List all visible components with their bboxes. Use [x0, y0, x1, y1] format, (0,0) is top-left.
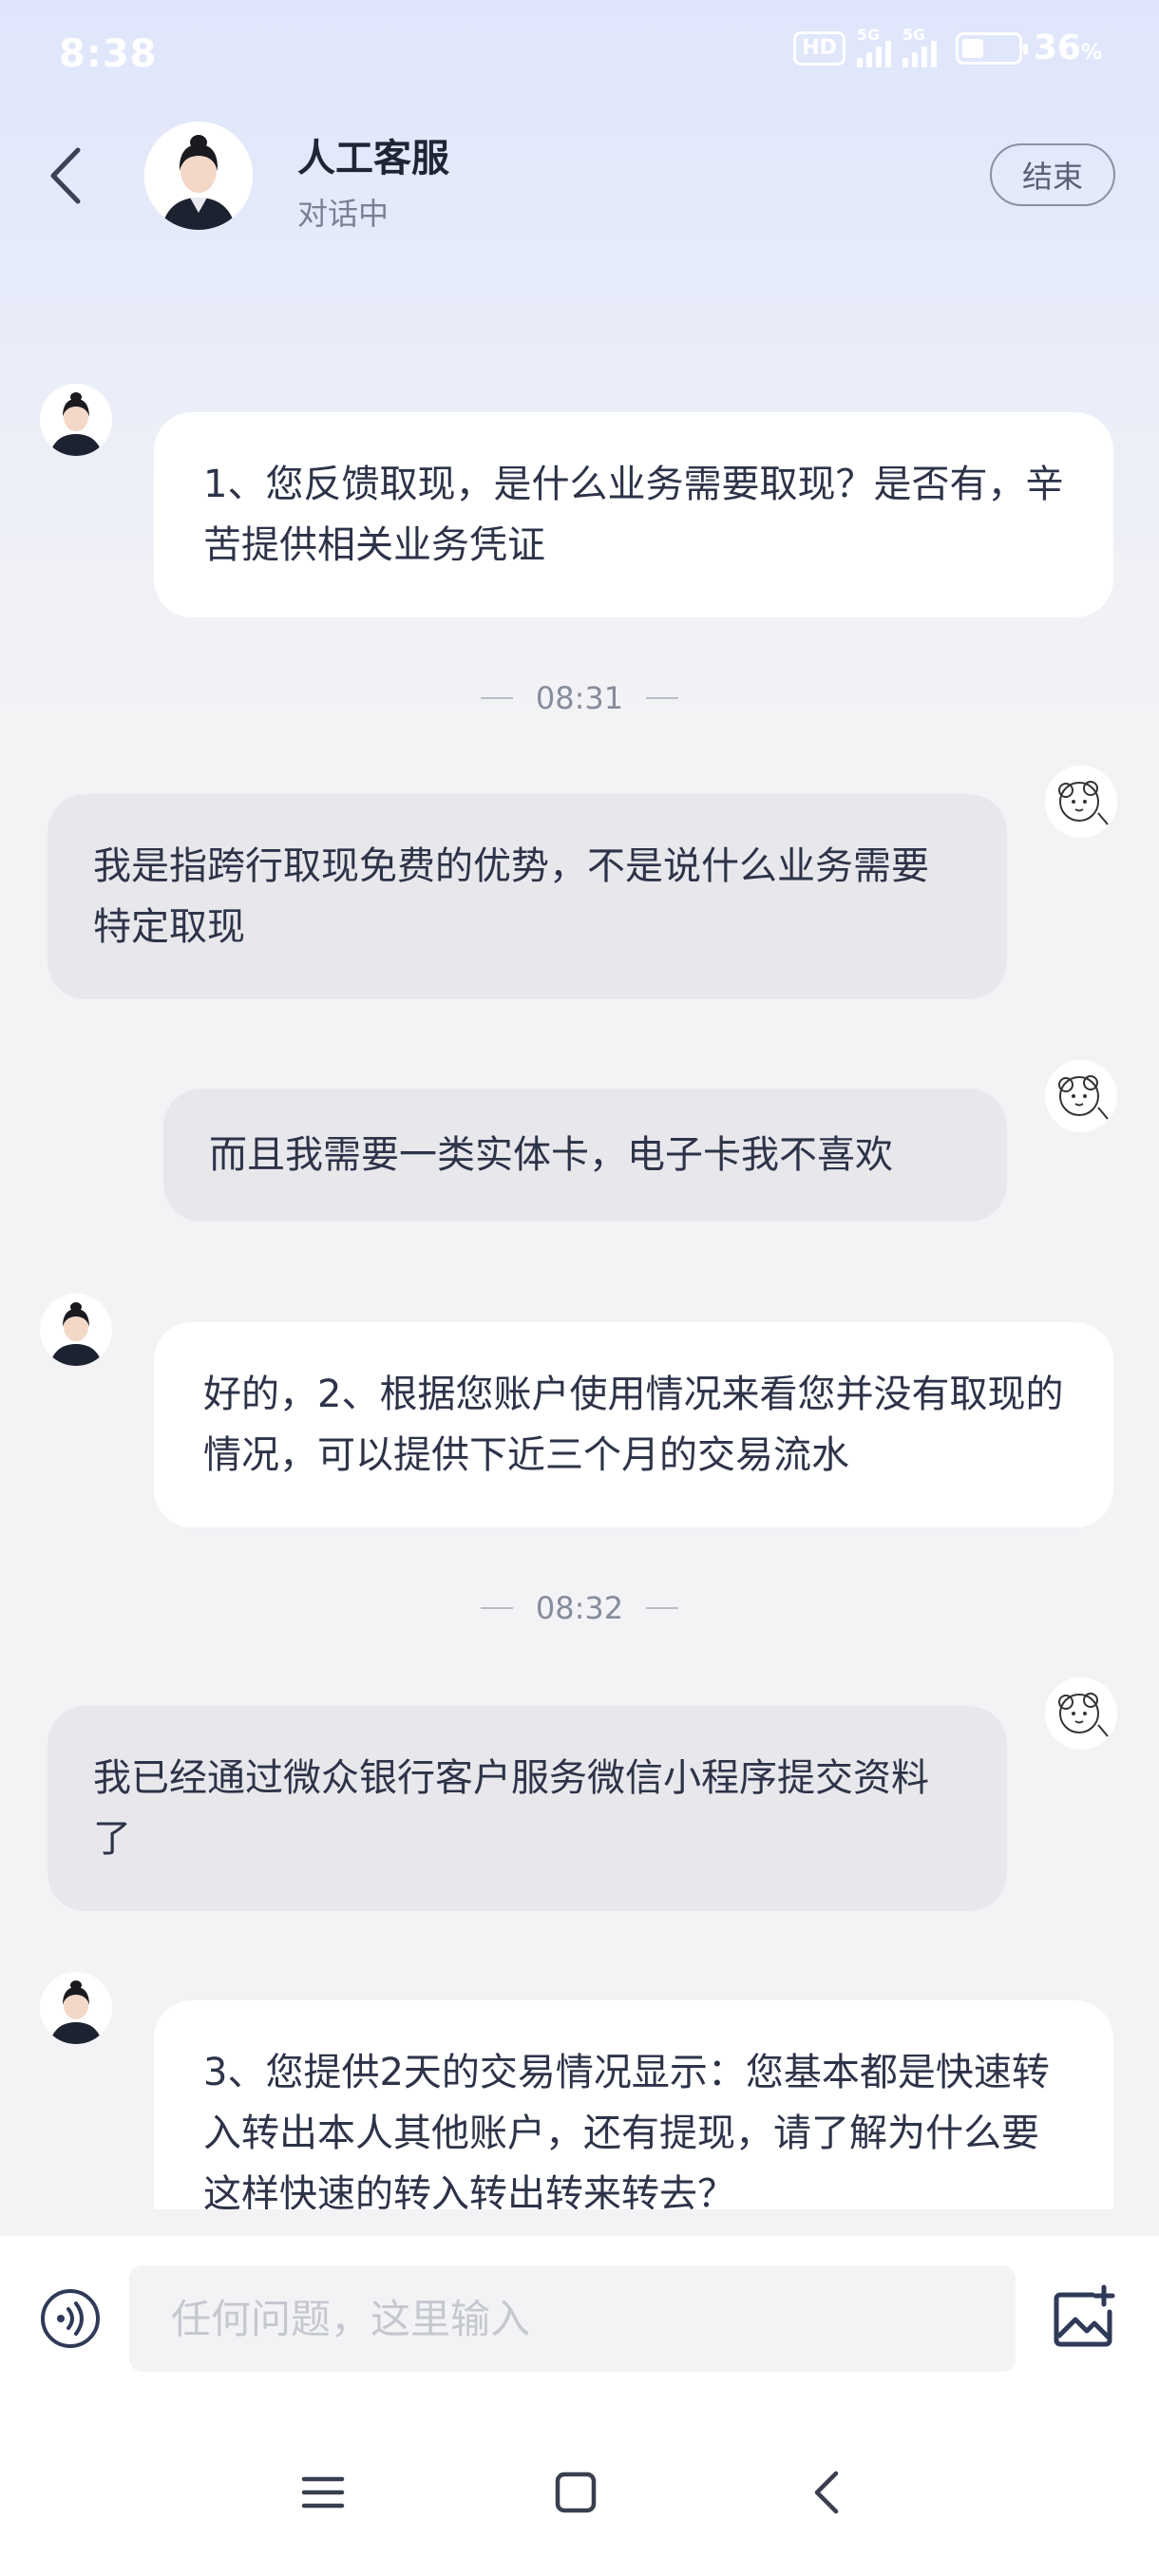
user-avatar: [1045, 766, 1117, 838]
system-nav-bar: [0, 2407, 1159, 2576]
status-icons: HD 5G 5G 36%: [793, 26, 1102, 67]
back-icon[interactable]: [44, 142, 91, 209]
agent-avatar-small: [40, 1972, 112, 2044]
status-bar: 8:38 HD 5G 5G 36%: [0, 0, 1159, 112]
agent-avatar-small: [40, 1294, 112, 1366]
agent-avatar: [144, 122, 253, 230]
image-upload-icon[interactable]: [1051, 2283, 1119, 2352]
message-bubble-user[interactable]: 我已经通过微众银行客户服务微信小程序提交资料了: [48, 1706, 1007, 1911]
message-bubble-user[interactable]: 我是指跨行取现免费的优势，不是说什么业务需要特定取现: [48, 794, 1007, 999]
chat-status: 对话中: [297, 196, 390, 232]
chat-messages: 1、您反馈取现，是什么业务需要取现？是否有，辛苦提供相关业务凭证 08:31 我…: [0, 245, 1159, 2209]
battery-percent: 36%: [1033, 28, 1102, 67]
user-avatar: [1045, 1677, 1117, 1750]
agent-name: 人工客服: [297, 137, 449, 180]
hd-icon: HD: [793, 30, 846, 66]
voice-icon[interactable]: [40, 2288, 101, 2349]
timestamp: 08:32: [0, 1590, 1159, 1626]
signal-icon-sim1: 5G: [856, 26, 891, 67]
message-bubble-user[interactable]: 而且我需要一类实体卡，电子卡我不喜欢: [163, 1089, 1007, 1222]
input-bar: [0, 2236, 1159, 2407]
signal-icon-sim2: 5G: [902, 26, 937, 67]
home-icon[interactable]: [547, 2464, 604, 2521]
nav-back-icon[interactable]: [800, 2464, 857, 2521]
message-bubble-agent[interactable]: 1、您反馈取现，是什么业务需要取现？是否有，辛苦提供相关业务凭证: [154, 412, 1113, 617]
menu-icon[interactable]: [294, 2464, 352, 2521]
user-avatar: [1045, 1060, 1117, 1132]
message-input[interactable]: [129, 2265, 1016, 2372]
battery-icon: [955, 31, 1028, 65]
message-bubble-agent[interactable]: 好的，2、根据您账户使用情况来看您并没有取现的情况，可以提供下近三个月的交易流水: [154, 1322, 1113, 1527]
chat-header: 人工客服 对话中 结束: [0, 112, 1159, 245]
end-chat-button[interactable]: 结束: [990, 143, 1115, 206]
status-time: 8:38: [59, 32, 158, 76]
agent-avatar-small: [40, 384, 112, 456]
timestamp: 08:31: [0, 680, 1159, 716]
message-bubble-agent[interactable]: 3、您提供2天的交易情况显示：您基本都是快速转入转出本人其他账户，还有提现，请了…: [154, 2000, 1113, 2209]
